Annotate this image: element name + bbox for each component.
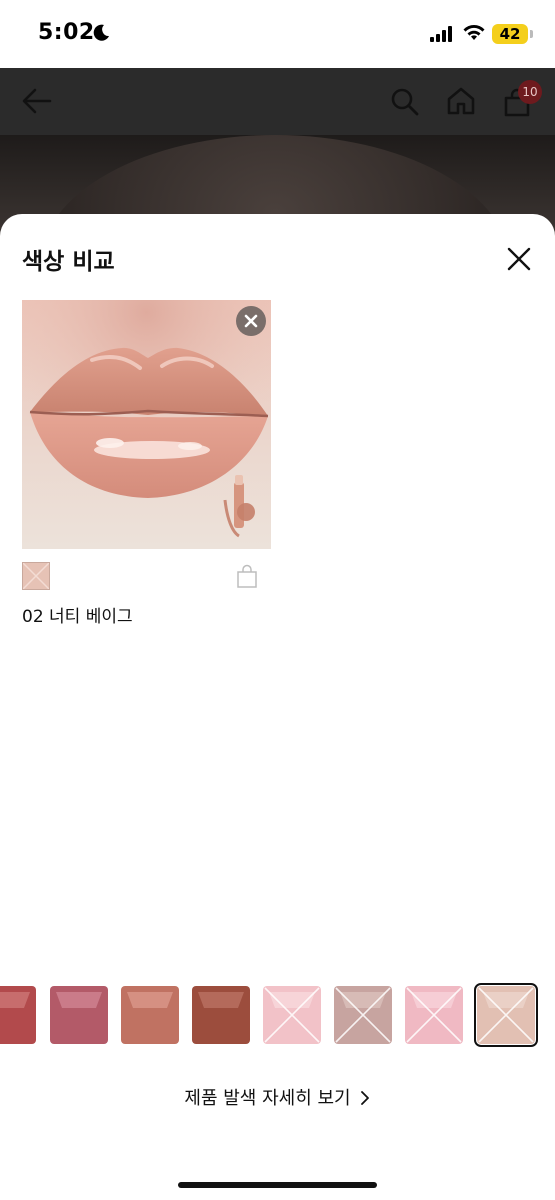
product-swatch-detail-link[interactable]: 제품 발색 자세히 보기 <box>0 1084 555 1110</box>
cart-count-badge: 10 <box>518 80 542 104</box>
shade-swatch[interactable] <box>192 986 250 1044</box>
shopping-bag-icon[interactable] <box>235 564 259 588</box>
search-icon[interactable] <box>390 87 420 117</box>
shade-swatch[interactable] <box>121 986 179 1044</box>
home-indicator <box>178 1182 377 1188</box>
chevron-right-icon <box>360 1091 369 1105</box>
remove-shade-button[interactable] <box>236 306 266 336</box>
shade-swatch[interactable] <box>263 986 321 1044</box>
shade-name: 02 너티 베이그 <box>22 607 133 627</box>
shade-swatch-row <box>0 983 555 1047</box>
cellular-signal-icon <box>430 26 452 42</box>
shade-swatch[interactable] <box>405 986 463 1044</box>
wifi-icon <box>463 25 485 40</box>
close-icon[interactable] <box>504 244 534 274</box>
lip-illustration <box>22 300 271 549</box>
moon-icon <box>93 24 109 41</box>
app-bar <box>0 68 555 135</box>
shade-swatch[interactable] <box>334 986 392 1044</box>
shade-swatch[interactable] <box>0 986 36 1044</box>
back-arrow-icon[interactable] <box>22 88 52 114</box>
sheet-title: 색상 비교 <box>22 249 115 275</box>
selected-shade-swatch <box>22 562 50 590</box>
home-icon[interactable] <box>446 86 476 116</box>
shade-swatch[interactable] <box>474 983 538 1047</box>
status-bar: 5:02 42 <box>0 0 555 68</box>
shade-swatch[interactable] <box>50 986 108 1044</box>
battery-nub <box>530 30 533 38</box>
status-time: 5:02 <box>38 20 95 45</box>
shade-lip-image <box>22 300 271 549</box>
color-compare-sheet: 색상 비교 <box>0 214 555 1200</box>
battery-indicator: 42 <box>492 24 528 44</box>
detail-link-label: 제품 발색 자세히 보기 <box>184 1088 351 1109</box>
